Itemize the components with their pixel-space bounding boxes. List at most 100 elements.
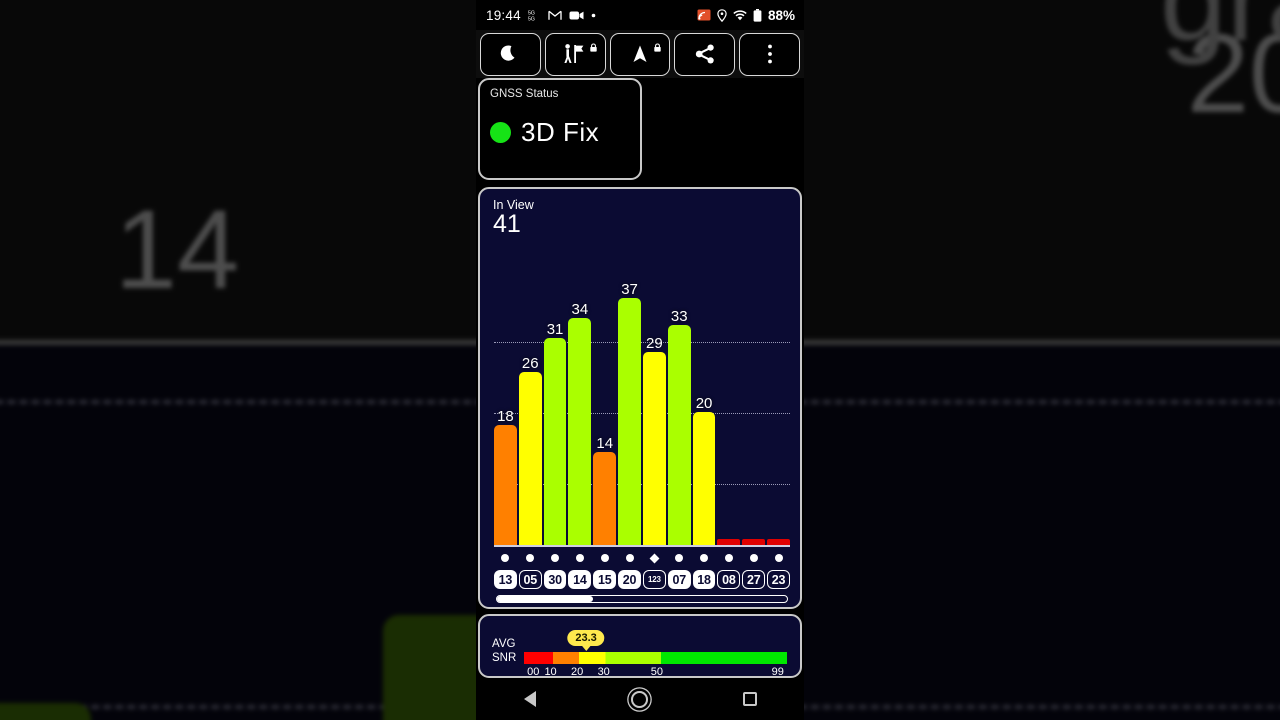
location-pin-icon: [717, 8, 727, 22]
satellite-dot-marker: [625, 554, 634, 562]
satellite-id-badge[interactable]: 14: [568, 570, 592, 589]
satellite-id-badge[interactable]: 23: [767, 570, 790, 589]
chart-bar: [518, 371, 542, 545]
ground-truth-button[interactable]: [544, 32, 606, 76]
dot-icon: [591, 13, 596, 18]
satellite-marker-cell: [519, 551, 542, 565]
status-bar-clock: 19:44: [486, 7, 521, 23]
satellite-id-badge[interactable]: 123: [642, 570, 666, 589]
satellite-dot-marker: [700, 554, 709, 562]
navigation-button[interactable]: [609, 32, 671, 76]
satellite-id-badge[interactable]: 15: [593, 570, 617, 589]
snr-tick-label: 10: [544, 666, 557, 678]
satellite-id-cell: 13: [494, 570, 517, 589]
satellite-dot-marker: [774, 554, 783, 562]
snr-tick-label: 30: [597, 666, 610, 678]
satellite-dot-marker: [501, 554, 510, 562]
more-vertical-icon: [767, 44, 772, 64]
satellite-id-badge[interactable]: 18: [692, 570, 716, 589]
chart-bar-column: 33: [667, 245, 691, 545]
satellite-id-badge[interactable]: 13: [494, 570, 517, 589]
in-view-value: 41: [493, 210, 521, 238]
satellite-id-badge[interactable]: 27: [742, 570, 766, 589]
chart-bar-value-label: 34: [571, 301, 589, 319]
snr-tick-label: 20: [571, 666, 584, 678]
nav-back-button[interactable]: [523, 691, 536, 707]
satellite-id-badge[interactable]: 07: [667, 570, 691, 589]
overflow-menu-button[interactable]: [739, 32, 800, 76]
nav-recents-button[interactable]: [742, 692, 757, 706]
lock-icon: [589, 39, 598, 52]
gnss-status-card[interactable]: GNSS Status 3D Fix: [478, 78, 642, 180]
chart-bar-column: 18: [494, 245, 517, 545]
satellite-dot-marker: [526, 554, 535, 562]
satellite-diamond-marker: [649, 553, 660, 563]
chart-bar-column: 20: [692, 245, 716, 545]
chart-bar-value-label: 14: [596, 434, 614, 452]
lock-icon: [653, 39, 662, 52]
satellite-marker-cell: [568, 551, 591, 565]
satellite-marker-cell: [643, 551, 666, 565]
satellite-id-cell: 05: [518, 570, 542, 589]
satellite-dot-marker: [551, 554, 560, 562]
chart-horizontal-scrollbar[interactable]: [496, 595, 788, 603]
chart-bar-column: [767, 245, 790, 545]
chart-bar-value-label: 26: [521, 354, 539, 372]
satellite-marker-cell: [668, 551, 691, 565]
satellite-id-row: 13 05 30 14 15 20 123 07 18 08 27 23: [494, 570, 790, 589]
satellite-marker-cell: [544, 551, 567, 565]
night-mode-button[interactable]: [480, 32, 541, 76]
chart-bar: [667, 325, 691, 545]
chart-bar-column: 14: [593, 245, 617, 545]
screen-root: 182631341437293320 grade 30 19:44 5G 5G: [0, 0, 1280, 720]
satellite-id-badge[interactable]: 08: [717, 570, 741, 589]
svg-text:5G: 5G: [528, 16, 535, 22]
cast-icon: [697, 9, 711, 21]
battery-icon: [753, 8, 762, 22]
share-icon: [695, 44, 714, 64]
satellite-id-badge[interactable]: 05: [518, 570, 542, 589]
android-nav-bar: [476, 678, 804, 720]
chart-bar: [618, 298, 641, 545]
satellite-marker-cell: [767, 551, 790, 565]
satellite-id-cell: 27: [742, 570, 766, 589]
chart-bar-value-label: 37: [621, 281, 638, 299]
surveyor-flag-icon: [564, 44, 584, 63]
gmail-icon: [548, 10, 562, 21]
chart-bar: [543, 338, 567, 545]
nav-home-button[interactable]: [630, 690, 648, 708]
chart-bar-value-label: 29: [646, 334, 663, 352]
chart-bar: [494, 425, 517, 545]
share-button[interactable]: [674, 32, 736, 76]
5g-signal-icon: 5G 5G: [528, 9, 541, 22]
satellite-marker-row: [494, 551, 790, 565]
satellite-marker-cell: [742, 551, 765, 565]
satellite-chart-panel[interactable]: In View 41 18 26 31 34 14 37 29 33 20 13 05 30 14 15…: [478, 187, 802, 609]
chart-bar-value-label: 31: [546, 321, 564, 339]
satellite-id-cell: 08: [717, 570, 741, 589]
snr-labels: AVG SNR: [492, 637, 516, 665]
scrollbar-thumb[interactable]: [497, 596, 593, 602]
chart-bar-column: 29: [642, 245, 666, 545]
avg-snr-panel: AVG SNR 23.3 00 10 20 30 50 99: [478, 614, 802, 678]
satellite-marker-cell: [593, 551, 616, 565]
chart-baseline: [494, 544, 790, 547]
satellite-id-badge[interactable]: 20: [618, 570, 641, 589]
snr-tick-label: 50: [650, 666, 663, 678]
chart-bar: [642, 351, 666, 545]
satellite-id-cell: 15: [593, 570, 617, 589]
main-content: GNSS Status 3D Fix In View 41 18 26 31 34 14…: [476, 78, 804, 720]
chart-bar: [692, 411, 716, 545]
video-camera-icon: [569, 10, 584, 21]
satellite-id-cell: 123: [642, 570, 666, 589]
top-toolbar: [476, 30, 804, 78]
battery-percent: 88%: [767, 7, 795, 23]
satellite-id-cell: 18: [692, 570, 716, 589]
status-bar: 19:44 5G 5G 88%: [476, 0, 804, 30]
satellite-id-cell: 30: [543, 570, 567, 589]
chart-bar-column: 26: [518, 245, 542, 545]
satellite-id-cell: 07: [667, 570, 691, 589]
gnss-status-value: 3D Fix: [521, 117, 600, 147]
chart-bar-column: 31: [543, 245, 567, 545]
satellite-id-badge[interactable]: 30: [543, 570, 567, 589]
